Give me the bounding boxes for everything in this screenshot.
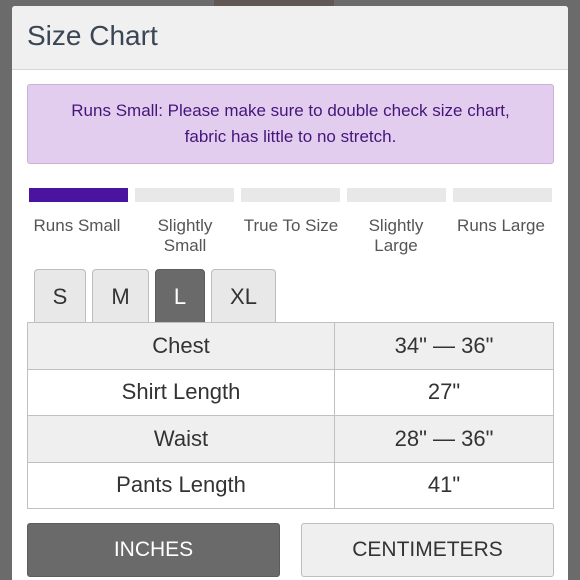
fit-label-true-to-size: True To Size <box>236 216 346 236</box>
inches-button[interactable]: INCHES <box>27 523 280 577</box>
fit-label-slightly-small: Slightly Small <box>130 216 240 256</box>
modal-header: Size Chart <box>12 6 568 70</box>
measurement-value: 41" <box>334 461 554 509</box>
fit-bar-runs-small <box>29 188 128 202</box>
size-tab-m[interactable]: M <box>92 269 149 325</box>
measurement-label: Chest <box>27 322 335 370</box>
fit-bar-slightly-small <box>135 188 234 202</box>
fit-scale-labels: Runs Small Slightly Small True To Size S… <box>29 216 559 256</box>
fit-notice: Runs Small: Please make sure to double c… <box>27 84 554 164</box>
fit-label-line: Runs Large <box>457 216 545 235</box>
modal-title: Size Chart <box>27 20 158 51</box>
table-row: Chest 34" — 36" <box>27 322 554 370</box>
fit-bar-true-to-size <box>241 188 340 202</box>
fit-label-line: Runs Small <box>33 216 121 235</box>
fit-notice-line-2: fabric has little to no stretch. <box>184 127 397 146</box>
fit-scale-bars <box>29 188 552 202</box>
fit-label-runs-large: Runs Large <box>446 216 556 236</box>
fit-label-line: Slightly <box>157 216 213 235</box>
table-row: Waist 28" — 36" <box>27 415 554 463</box>
measurements-table: Chest 34" — 36" Shirt Length 27" Waist 2… <box>27 322 554 509</box>
measurement-value: 28" — 36" <box>334 415 554 463</box>
fit-notice-line-1: Runs Small: Please make sure to double c… <box>71 101 510 120</box>
fit-bar-runs-large <box>453 188 552 202</box>
measurement-label: Waist <box>27 415 335 463</box>
fit-label-slightly-large: Slightly Large <box>341 216 451 256</box>
table-row: Pants Length 41" <box>27 461 554 509</box>
fit-label-line: Large <box>374 236 418 255</box>
centimeters-button[interactable]: CENTIMETERS <box>301 523 554 577</box>
table-row: Shirt Length 27" <box>27 368 554 416</box>
fit-label-line: Slightly <box>368 216 424 235</box>
fit-bar-slightly-large <box>347 188 446 202</box>
size-tab-s[interactable]: S <box>34 269 86 325</box>
measurement-value: 34" — 36" <box>334 322 554 370</box>
fit-label-line: True To Size <box>243 216 339 235</box>
fit-label-runs-small: Runs Small <box>22 216 132 236</box>
size-tab-l[interactable]: L <box>155 269 205 325</box>
measurement-label: Shirt Length <box>27 368 335 416</box>
measurement-label: Pants Length <box>27 461 335 509</box>
size-tab-xl[interactable]: XL <box>211 269 276 325</box>
measurement-value: 27" <box>334 368 554 416</box>
size-chart-modal: Size Chart Runs Small: Please make sure … <box>12 6 568 580</box>
fit-label-line: Small <box>163 236 207 255</box>
